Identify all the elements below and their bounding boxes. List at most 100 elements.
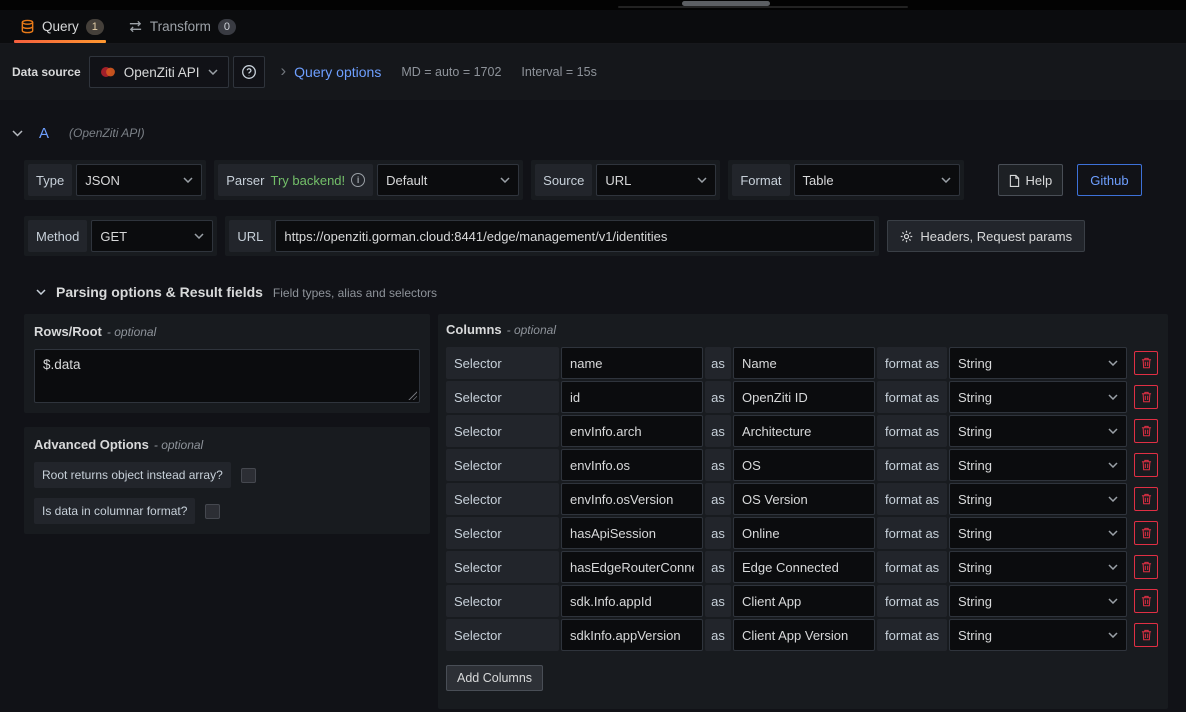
column-format-select[interactable]: String (949, 347, 1127, 379)
datasource-help-button[interactable] (233, 56, 265, 88)
url-label: URL (229, 220, 271, 252)
datasource-name: OpenZiti API (124, 65, 200, 80)
delete-column-button[interactable] (1134, 623, 1158, 647)
chevron-down-icon (1108, 496, 1118, 502)
advanced-options-heading: Advanced Options- optional (34, 437, 420, 452)
delete-column-button[interactable] (1134, 385, 1158, 409)
tab-transform[interactable]: Transform 0 (116, 10, 248, 43)
delete-column-button[interactable] (1134, 589, 1158, 613)
column-format-select[interactable]: String (949, 517, 1127, 549)
selector-input[interactable] (561, 619, 703, 651)
column-format-select[interactable]: String (949, 415, 1127, 447)
selector-input[interactable] (561, 347, 703, 379)
columnar-format-row: Is data in columnar format? (34, 498, 420, 524)
column-format-value: String (958, 390, 992, 405)
method-select[interactable]: GET (91, 220, 213, 252)
collapse-chevron-icon[interactable] (12, 130, 23, 137)
tab-query[interactable]: Query 1 (8, 10, 116, 43)
columnar-format-checkbox[interactable] (205, 504, 220, 519)
column-format-value: String (958, 594, 992, 609)
help-button-label: Help (1026, 173, 1053, 188)
transform-icon (128, 19, 143, 34)
delete-column-button[interactable] (1134, 487, 1158, 511)
url-input[interactable] (275, 220, 875, 252)
alias-input[interactable] (733, 449, 875, 481)
as-label: as (705, 483, 731, 515)
selector-input[interactable] (561, 585, 703, 617)
selector-input[interactable] (561, 381, 703, 413)
chevron-down-icon (1108, 394, 1118, 400)
selector-label: Selector (446, 551, 559, 583)
delete-column-button[interactable] (1134, 419, 1158, 443)
root-returns-object-checkbox[interactable] (241, 468, 256, 483)
format-as-label: format as (877, 551, 947, 583)
column-row: Selector as format as String (446, 483, 1160, 515)
columns-heading: Columns- optional (446, 322, 1160, 337)
alias-input[interactable] (733, 585, 875, 617)
parsing-left-column: Rows/Root- optional $.data Advanced Opti… (24, 314, 430, 534)
alias-input[interactable] (733, 381, 875, 413)
alias-input[interactable] (733, 517, 875, 549)
query-options-link[interactable]: Query options (294, 64, 381, 80)
type-select[interactable]: JSON (76, 164, 202, 196)
chevron-down-icon (1108, 360, 1118, 366)
parsing-section-header[interactable]: Parsing options & Result fields Field ty… (0, 256, 1186, 314)
selector-input[interactable] (561, 483, 703, 515)
column-format-select[interactable]: String (949, 619, 1127, 651)
gear-icon (900, 230, 913, 243)
column-format-select[interactable]: String (949, 449, 1127, 481)
add-columns-button[interactable]: Add Columns (446, 665, 543, 691)
help-button[interactable]: Help (998, 164, 1064, 196)
column-format-select[interactable]: String (949, 551, 1127, 583)
info-icon[interactable]: i (351, 173, 365, 187)
format-as-label: format as (877, 483, 947, 515)
rows-root-textarea[interactable]: $.data (34, 349, 420, 403)
selector-input[interactable] (561, 415, 703, 447)
selector-input[interactable] (561, 449, 703, 481)
query-ref-id[interactable]: A (39, 125, 49, 142)
advanced-options-panel: Advanced Options- optional Root returns … (24, 427, 430, 534)
type-field-group: Type JSON (24, 160, 206, 200)
trash-icon (1141, 493, 1152, 505)
selector-label: Selector (446, 449, 559, 481)
parser-select[interactable]: Default (377, 164, 519, 196)
selector-label: Selector (446, 585, 559, 617)
column-format-select[interactable]: String (949, 381, 1127, 413)
chevron-down-icon (1108, 462, 1118, 468)
column-format-select[interactable]: String (949, 585, 1127, 617)
headers-request-params-button[interactable]: Headers, Request params (887, 220, 1085, 252)
delete-column-button[interactable] (1134, 521, 1158, 545)
alias-input[interactable] (733, 551, 875, 583)
method-select-value: GET (100, 229, 127, 244)
source-select[interactable]: URL (596, 164, 716, 196)
selector-label: Selector (446, 381, 559, 413)
trash-icon (1141, 459, 1152, 471)
chevron-down-icon (1108, 598, 1118, 604)
editor-tab-bar: Query 1 Transform 0 (0, 10, 1186, 44)
openziti-logo-icon (100, 64, 116, 80)
delete-column-button[interactable] (1134, 453, 1158, 477)
alias-input[interactable] (733, 483, 875, 515)
selector-input[interactable] (561, 551, 703, 583)
delete-column-button[interactable] (1134, 351, 1158, 375)
chevron-down-icon (1108, 428, 1118, 434)
alias-input[interactable] (733, 415, 875, 447)
column-row: Selector as format as String (446, 585, 1160, 617)
column-format-value: String (958, 492, 992, 507)
github-button[interactable]: Github (1077, 164, 1141, 196)
format-as-label: format as (877, 347, 947, 379)
column-format-value: String (958, 356, 992, 371)
delete-column-button[interactable] (1134, 555, 1158, 579)
format-select[interactable]: Table (794, 164, 960, 196)
column-format-value: String (958, 458, 992, 473)
as-label: as (705, 619, 731, 651)
datasource-picker[interactable]: OpenZiti API (89, 56, 229, 88)
alias-input[interactable] (733, 347, 875, 379)
alias-input[interactable] (733, 619, 875, 651)
column-format-select[interactable]: String (949, 483, 1127, 515)
parser-select-value: Default (386, 173, 427, 188)
try-backend-hint[interactable]: Try backend! (270, 173, 345, 188)
selector-input[interactable] (561, 517, 703, 549)
trash-icon (1141, 391, 1152, 403)
columnar-format-label: Is data in columnar format? (34, 498, 195, 524)
